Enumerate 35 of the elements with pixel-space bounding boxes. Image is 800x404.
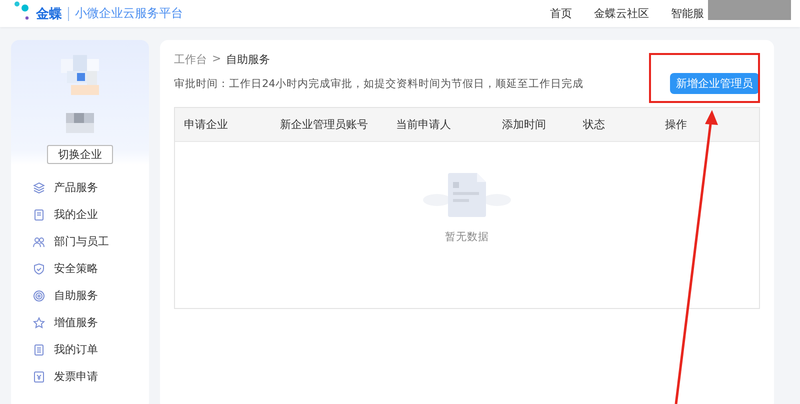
target-icon xyxy=(33,290,45,302)
platform-name: 小微企业云服务平台 xyxy=(75,5,183,22)
sidebar-item[interactable]: 我的企业 xyxy=(11,201,149,228)
sidebar-item[interactable]: 部门与员工 xyxy=(11,228,149,255)
empty-state-text: 暂无数据 xyxy=(445,230,489,244)
column-header: 状态 xyxy=(583,117,606,132)
notice-text: 审批时间：工作日24小时内完成审批，如提交资料时间为节假日，顺延至工作日完成 xyxy=(174,76,584,90)
breadcrumb-current: 自助服务 xyxy=(226,52,270,67)
empty-document-icon xyxy=(422,172,512,218)
people-icon xyxy=(33,236,45,248)
sidebar-item[interactable]: 我的订单 xyxy=(11,336,149,363)
breadcrumb-separator: > xyxy=(212,52,222,67)
column-header: 操作 xyxy=(665,117,687,132)
sidebar-item[interactable]: 发票申请 xyxy=(11,363,149,390)
brand-name: 金蝶 xyxy=(36,6,62,22)
list-icon xyxy=(33,344,45,356)
sidebar-item[interactable]: 自助服务 xyxy=(11,282,149,309)
column-header: 当前申请人 xyxy=(396,117,452,132)
shield-icon xyxy=(33,262,45,274)
document-icon xyxy=(33,208,45,220)
invoice-icon xyxy=(33,370,45,382)
nav-link[interactable]: 智能服 xyxy=(671,6,704,21)
nav-link[interactable]: 首页 xyxy=(550,6,572,21)
sidebar-item[interactable]: 安全策略 xyxy=(11,255,149,282)
star-icon xyxy=(33,316,45,328)
switch-company-button[interactable]: 切换企业 xyxy=(47,145,113,164)
nav-link[interactable]: 金蝶云社区 xyxy=(594,6,649,21)
column-header: 申请企业 xyxy=(184,117,229,132)
layers-icon xyxy=(33,182,45,194)
column-header: 添加时间 xyxy=(502,117,547,132)
breadcrumb-link[interactable]: 工作台 xyxy=(174,52,207,67)
sidebar-item[interactable]: 产品服务 xyxy=(11,174,149,201)
blurred-name xyxy=(66,113,94,133)
column-header: 新企业管理员账号 xyxy=(280,117,369,132)
sidebar-item[interactable]: 增值服务 xyxy=(11,309,149,336)
